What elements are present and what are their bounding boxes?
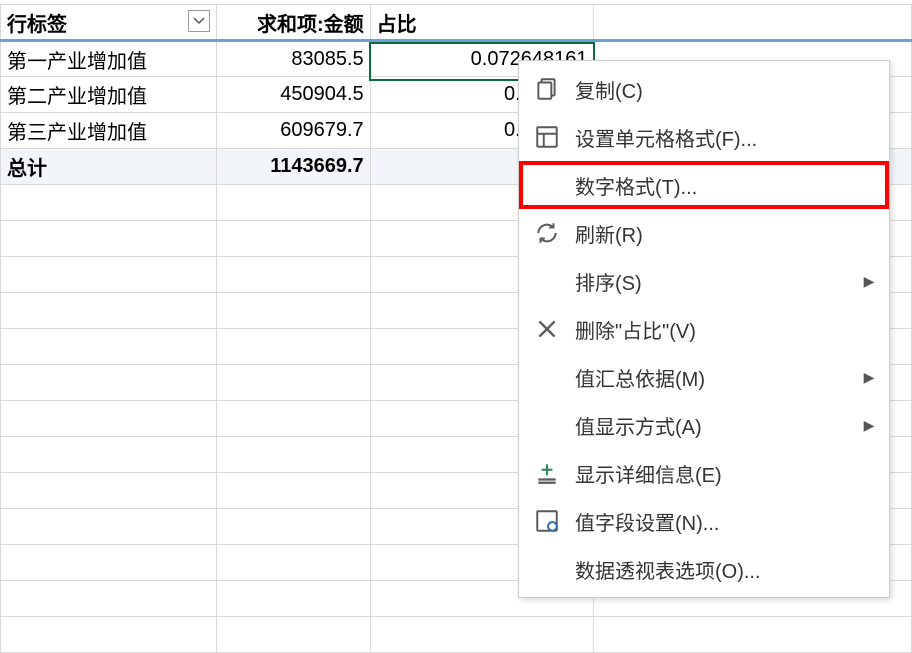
- submenu-arrow-icon: ▶: [859, 417, 879, 434]
- menu-remove-field-label: 删除"占比"(V): [575, 315, 859, 344]
- menu-sort[interactable]: 排序(S) ▶: [519, 257, 889, 305]
- menu-refresh-label: 刷新(R): [575, 219, 859, 248]
- field-settings-icon: [519, 508, 575, 534]
- refresh-icon: [519, 220, 575, 246]
- copy-icon: [519, 76, 575, 102]
- cell-total-label[interactable]: 总计: [1, 149, 217, 185]
- format-cells-icon: [519, 124, 575, 150]
- cell-amount[interactable]: 83085.5: [216, 41, 370, 77]
- menu-show-as[interactable]: 值显示方式(A) ▶: [519, 401, 889, 449]
- header-empty[interactable]: [594, 5, 912, 41]
- menu-field-settings-label: 值字段设置(N)...: [575, 507, 859, 536]
- cell-label[interactable]: 第一产业增加值: [1, 41, 217, 77]
- header-row-label[interactable]: 行标签: [1, 5, 217, 41]
- header-sum-amount[interactable]: 求和项:金额: [216, 5, 370, 41]
- menu-number-format-label: 数字格式(T)...: [575, 171, 859, 200]
- menu-refresh[interactable]: 刷新(R): [519, 209, 889, 257]
- header-row-label-text: 行标签: [7, 14, 67, 36]
- menu-summarize-by[interactable]: 值汇总依据(M) ▶: [519, 353, 889, 401]
- menu-sort-label: 排序(S): [575, 267, 859, 296]
- cell-amount[interactable]: 609679.7: [216, 113, 370, 149]
- cell-label[interactable]: 第三产业增加值: [1, 113, 217, 149]
- menu-show-detail[interactable]: 显示详细信息(E): [519, 449, 889, 497]
- menu-copy-label: 复制(C): [575, 75, 859, 104]
- context-menu: 复制(C) 设置单元格格式(F)... 数字格式(T)... 刷新(R) 排序(…: [518, 60, 890, 598]
- menu-format-cells-label: 设置单元格格式(F)...: [575, 123, 859, 152]
- delete-icon: [519, 316, 575, 342]
- filter-dropdown-icon[interactable]: [188, 10, 210, 32]
- menu-remove-field[interactable]: 删除"占比"(V): [519, 305, 889, 353]
- cell-total-amount[interactable]: 1143669.7: [216, 149, 370, 185]
- submenu-arrow-icon: ▶: [859, 369, 879, 386]
- submenu-arrow-icon: ▶: [859, 273, 879, 290]
- menu-show-as-label: 值显示方式(A): [575, 411, 859, 440]
- header-row: 行标签 求和项:金额 占比: [1, 5, 912, 41]
- menu-number-format[interactable]: 数字格式(T)...: [519, 161, 889, 209]
- show-detail-icon: [519, 460, 575, 486]
- menu-summarize-by-label: 值汇总依据(M): [575, 363, 859, 392]
- menu-pivot-options[interactable]: 数据透视表选项(O)...: [519, 545, 889, 593]
- header-ratio[interactable]: 占比: [370, 5, 594, 41]
- menu-format-cells[interactable]: 设置单元格格式(F)...: [519, 113, 889, 161]
- menu-field-settings[interactable]: 值字段设置(N)...: [519, 497, 889, 545]
- cell-label[interactable]: 第二产业增加值: [1, 77, 217, 113]
- cell-amount[interactable]: 450904.5: [216, 77, 370, 113]
- menu-show-detail-label: 显示详细信息(E): [575, 459, 859, 488]
- menu-pivot-options-label: 数据透视表选项(O)...: [575, 555, 859, 584]
- menu-copy[interactable]: 复制(C): [519, 65, 889, 113]
